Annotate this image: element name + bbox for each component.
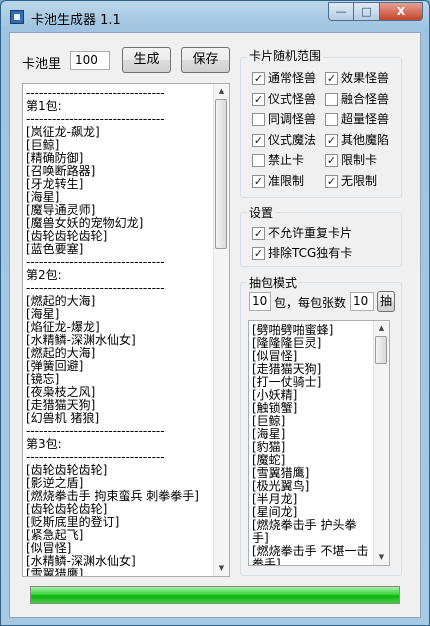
client-area: 卡池里 100 生成 保存 --------------------------… — [9, 32, 421, 618]
app-icon — [10, 10, 24, 24]
checkbox-label: 效果怪兽 — [341, 71, 390, 85]
checkmark-icon[interactable]: ✓ — [252, 133, 265, 147]
scroll-thumb[interactable] — [215, 99, 227, 249]
checkbox-icon[interactable] — [252, 113, 265, 126]
checkbox-label: 不允许重复卡片 — [268, 226, 353, 240]
draw-list-textbox[interactable]: [劈啪劈啪蜜蜂] [隆隆隆巨灵] [似冒怪] [走猎猫天狗] [打一仗骑士] [小妖精][… — [248, 320, 390, 566]
title-bar[interactable]: 卡池生成器 1.1 — □ X — [1, 1, 429, 31]
random-range-title: 卡片随机范围 — [247, 47, 324, 64]
checkbox-label: 超量怪兽 — [341, 112, 390, 126]
output-line: [雪翼猎鹰] — [26, 567, 84, 577]
checkbox-label: 排除TCG独有卡 — [268, 246, 353, 260]
cards-per-pack-input[interactable]: 10 — [350, 292, 374, 311]
draw-list-item: [燃烧拳击手 护头拳手] — [252, 518, 357, 545]
draw-list-lines: [劈啪劈啪蜜蜂] [隆隆隆巨灵] [似冒怪] [走猎猫天狗] [打一仗骑士] [小妖精][… — [249, 321, 372, 566]
scroll-down-arrow-icon[interactable]: ▼ — [214, 561, 229, 576]
generate-button[interactable]: 生成 — [122, 47, 171, 73]
settings-title: 设置 — [247, 204, 276, 221]
checkbox-label: 仪式怪兽 — [268, 91, 317, 106]
pack-count-text: 包，每包张数 — [274, 296, 347, 310]
scroll-down-arrow-icon[interactable]: ▼ — [374, 550, 389, 565]
checkmark-icon[interactable]: ✓ — [325, 174, 338, 188]
draw-button[interactable]: 抽 — [377, 291, 395, 312]
app-window: 卡池生成器 1.1 — □ X 卡池里 100 生成 保存 ----------… — [0, 0, 430, 626]
checkmark-icon[interactable]: ✓ — [252, 72, 265, 85]
pack-output-lines: -------------------------------- 第1包: ----… — [23, 84, 229, 577]
checkmark-icon[interactable]: ✓ — [325, 133, 338, 147]
draw-list-scrollbar[interactable]: ▲ ▼ — [373, 321, 389, 565]
scroll-up-arrow-icon[interactable]: ▲ — [374, 321, 389, 336]
checkbox-label: 同调怪兽 — [268, 112, 317, 126]
checkbox-label: 禁止卡 — [268, 153, 305, 167]
pool-size-label: 卡池里 — [22, 57, 62, 72]
checkmark-icon[interactable]: ✓ — [325, 72, 338, 85]
draw-mode-title: 抽包模式 — [247, 274, 300, 291]
progress-fill — [31, 587, 399, 603]
maximize-button[interactable]: □ — [354, 2, 380, 21]
checkbox-label: 仪式魔法 — [268, 132, 317, 147]
checkmark-icon[interactable]: ✓ — [252, 92, 265, 106]
window-title: 卡池生成器 1.1 — [31, 13, 121, 28]
checkbox-label: 其他魔陷 — [341, 132, 390, 147]
checkmark-icon[interactable]: ✓ — [252, 227, 265, 240]
checkmark-icon[interactable]: ✓ — [252, 174, 265, 188]
window-controls: — □ X — [328, 2, 423, 21]
pool-size-input[interactable]: 100 — [70, 51, 110, 70]
minimize-button[interactable]: — — [328, 2, 354, 21]
scroll-thumb[interactable] — [375, 336, 387, 364]
checkbox-label: 限制卡 — [341, 153, 378, 167]
close-button[interactable]: X — [380, 2, 423, 21]
pack-count-input[interactable]: 10 — [249, 292, 271, 311]
checkbox-icon[interactable] — [325, 92, 338, 106]
draw-list-item: [燃烧拳击手 不堪一击拳手] — [252, 544, 369, 566]
pack-output-textbox[interactable]: -------------------------------- 第1包: ----… — [22, 83, 230, 577]
checkbox-label: 通常怪兽 — [268, 71, 317, 85]
checkbox-icon[interactable] — [325, 113, 338, 126]
checkbox-label: 融合怪兽 — [341, 91, 390, 106]
checkbox-label: 准限制 — [268, 173, 305, 188]
checkbox-icon[interactable] — [252, 154, 265, 167]
checkbox-label: 无限制 — [341, 173, 378, 188]
checkmark-icon[interactable]: ✓ — [325, 154, 338, 167]
scroll-up-arrow-icon[interactable]: ▲ — [214, 84, 229, 99]
checkmark-icon[interactable]: ✓ — [252, 247, 265, 260]
save-button[interactable]: 保存 — [181, 47, 230, 73]
output-scrollbar[interactable]: ▲ ▼ — [213, 84, 229, 576]
progress-bar — [30, 586, 400, 604]
